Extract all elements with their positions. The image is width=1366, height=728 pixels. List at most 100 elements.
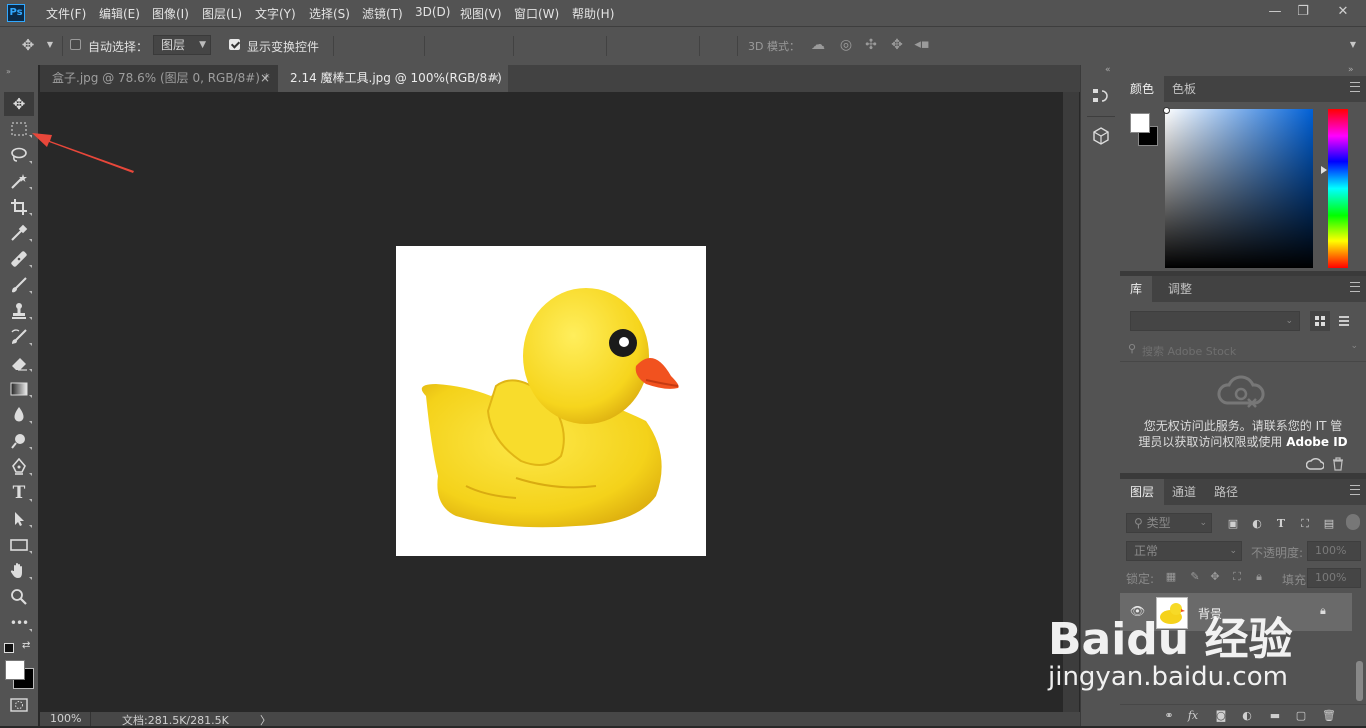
path-selection-tool[interactable] bbox=[4, 507, 34, 531]
link-layers-icon[interactable]: ⚭ bbox=[1162, 709, 1176, 723]
restore-button[interactable]: ❐ bbox=[1290, 3, 1316, 21]
library-dropdown[interactable]: ⌄ bbox=[1130, 311, 1300, 331]
menu-type[interactable]: 文字(Y) bbox=[255, 5, 296, 22]
collapse-panels-icon[interactable]: » bbox=[1348, 65, 1354, 75]
tab-channels[interactable]: 通道 bbox=[1162, 479, 1206, 505]
hue-slider[interactable] bbox=[1328, 109, 1348, 268]
new-group-icon[interactable]: ▬ bbox=[1268, 709, 1282, 723]
close-button[interactable]: ✕ bbox=[1326, 3, 1360, 21]
panel-menu-icon[interactable] bbox=[1350, 485, 1360, 495]
foreground-color-chip[interactable] bbox=[1130, 113, 1150, 133]
3d-slide-icon[interactable]: ✥ bbox=[889, 37, 905, 53]
filter-adjustment-icon[interactable]: ◐ bbox=[1250, 517, 1264, 531]
blend-mode-dropdown[interactable]: 正常 ⌄ bbox=[1126, 541, 1242, 561]
grid-view-button[interactable] bbox=[1310, 311, 1330, 331]
menu-filter[interactable]: 滤镜(T) bbox=[362, 5, 403, 22]
filter-smart-object-icon[interactable]: ▤ bbox=[1322, 517, 1336, 531]
blur-tool[interactable] bbox=[4, 403, 34, 427]
more-tools[interactable]: ••• bbox=[4, 611, 34, 635]
chevron-down-icon[interactable]: ▼ bbox=[1345, 37, 1361, 53]
3d-roll-icon[interactable]: ◎ bbox=[838, 37, 854, 53]
adobe-id-link[interactable]: Adobe ID bbox=[1286, 435, 1347, 449]
new-adjustment-icon[interactable]: ◐ bbox=[1240, 709, 1254, 723]
layers-scrollbar[interactable] bbox=[1356, 661, 1363, 701]
healing-brush-tool[interactable] bbox=[4, 247, 34, 271]
move-tool[interactable]: ✥ bbox=[4, 92, 34, 116]
color-picker-handle[interactable] bbox=[1163, 107, 1170, 114]
3d-scale-icon[interactable]: ◂▪ bbox=[914, 37, 930, 53]
tab-layers[interactable]: 图层 bbox=[1120, 479, 1165, 505]
3d-panel-icon[interactable] bbox=[1092, 127, 1110, 145]
hand-tool[interactable] bbox=[4, 559, 34, 583]
trash-icon[interactable] bbox=[1332, 457, 1344, 471]
show-transform-checkbox[interactable] bbox=[229, 39, 240, 50]
3d-orbit-icon[interactable]: ☁ bbox=[810, 37, 826, 53]
collapse-icon[interactable]: » bbox=[6, 67, 11, 76]
zoom-level[interactable]: 100% bbox=[50, 712, 81, 725]
minimize-button[interactable]: — bbox=[1262, 3, 1288, 21]
menu-edit[interactable]: 编辑(E) bbox=[99, 5, 140, 22]
foreground-color-swatch[interactable] bbox=[5, 660, 25, 680]
swap-colors-icon[interactable]: ⇄ bbox=[22, 640, 30, 651]
history-panel-icon[interactable] bbox=[1092, 87, 1110, 105]
tab-color[interactable]: 颜色 bbox=[1120, 76, 1165, 102]
hue-slider-handle[interactable] bbox=[1321, 166, 1327, 174]
dodge-tool[interactable] bbox=[4, 429, 34, 453]
color-field[interactable] bbox=[1165, 109, 1313, 268]
menu-layer[interactable]: 图层(L) bbox=[202, 5, 242, 22]
menu-window[interactable]: 窗口(W) bbox=[514, 5, 559, 22]
stock-search[interactable]: ⚲ 搜索 Adobe Stock ⌄ bbox=[1120, 339, 1366, 362]
close-icon[interactable]: × bbox=[260, 65, 270, 92]
lock-artboard-icon[interactable]: ⛶ bbox=[1230, 570, 1244, 584]
tab-libraries[interactable]: 库 bbox=[1120, 276, 1153, 302]
close-icon[interactable]: × bbox=[490, 65, 500, 92]
tab-adjustments[interactable]: 调整 bbox=[1158, 276, 1202, 302]
zoom-tool[interactable] bbox=[4, 585, 34, 609]
chevron-down-icon[interactable]: ⌄ bbox=[1350, 341, 1358, 351]
eyedropper-tool[interactable] bbox=[4, 221, 34, 245]
filter-shape-icon[interactable]: ⛶ bbox=[1298, 517, 1312, 531]
menu-view[interactable]: 视图(V) bbox=[460, 5, 502, 22]
eraser-tool[interactable] bbox=[4, 351, 34, 375]
gradient-tool[interactable] bbox=[4, 377, 34, 401]
menu-select[interactable]: 选择(S) bbox=[309, 5, 350, 22]
expand-panels-icon[interactable]: « bbox=[1105, 65, 1111, 75]
type-tool[interactable]: T bbox=[4, 481, 34, 505]
menu-file[interactable]: 文件(F) bbox=[46, 5, 86, 22]
add-mask-icon[interactable]: ◙ bbox=[1214, 709, 1228, 723]
menu-help[interactable]: 帮助(H) bbox=[572, 5, 614, 22]
rectangle-tool[interactable] bbox=[4, 533, 34, 557]
filter-type-icon[interactable]: T bbox=[1274, 517, 1288, 531]
tab-swatches[interactable]: 色板 bbox=[1162, 76, 1206, 102]
lock-transparent-icon[interactable]: ▦ bbox=[1164, 570, 1178, 584]
crop-tool[interactable] bbox=[4, 195, 34, 219]
stamp-tool[interactable] bbox=[4, 299, 34, 323]
layer-filter-kind[interactable]: ⚲ 类型 ⌄ bbox=[1126, 513, 1212, 533]
lock-pixels-icon[interactable]: ✎ bbox=[1188, 570, 1202, 584]
move-tool-preset-icon[interactable]: ✥ bbox=[20, 37, 36, 53]
3d-pan-icon[interactable]: ✣ bbox=[863, 37, 879, 53]
fill-field[interactable]: 100% bbox=[1307, 568, 1361, 588]
history-brush-tool[interactable] bbox=[4, 325, 34, 349]
menu-image[interactable]: 图像(I) bbox=[152, 5, 189, 22]
document-image[interactable] bbox=[396, 246, 706, 556]
panel-menu-icon[interactable] bbox=[1350, 82, 1360, 92]
pen-tool[interactable] bbox=[4, 455, 34, 479]
panel-menu-icon[interactable] bbox=[1350, 282, 1360, 292]
brush-tool[interactable] bbox=[4, 273, 34, 297]
quick-mask-icon[interactable] bbox=[10, 698, 28, 712]
fx-icon[interactable]: fx bbox=[1186, 709, 1200, 723]
filter-toggle[interactable] bbox=[1346, 514, 1360, 530]
tab-paths[interactable]: 路径 bbox=[1204, 479, 1248, 505]
filter-pixel-icon[interactable]: ▣ bbox=[1226, 517, 1240, 531]
default-colors-icon[interactable] bbox=[4, 643, 14, 653]
list-view-button[interactable] bbox=[1334, 311, 1354, 331]
creative-cloud-sync-icon[interactable] bbox=[1306, 457, 1324, 471]
lock-all-icon[interactable]: 🔒︎ bbox=[1252, 570, 1266, 584]
new-layer-icon[interactable]: ▢ bbox=[1294, 709, 1308, 723]
document-tab-active[interactable]: 2.14 魔棒工具.jpg @ 100%(RGB/8#) × bbox=[278, 65, 508, 92]
document-tab[interactable]: 盒子.jpg @ 78.6% (图层 0, RGB/8#) * × bbox=[40, 65, 278, 92]
auto-select-checkbox[interactable] bbox=[70, 39, 81, 50]
delete-layer-icon[interactable]: 🗑︎ bbox=[1322, 709, 1336, 723]
lock-position-icon[interactable]: ✥ bbox=[1208, 570, 1222, 584]
